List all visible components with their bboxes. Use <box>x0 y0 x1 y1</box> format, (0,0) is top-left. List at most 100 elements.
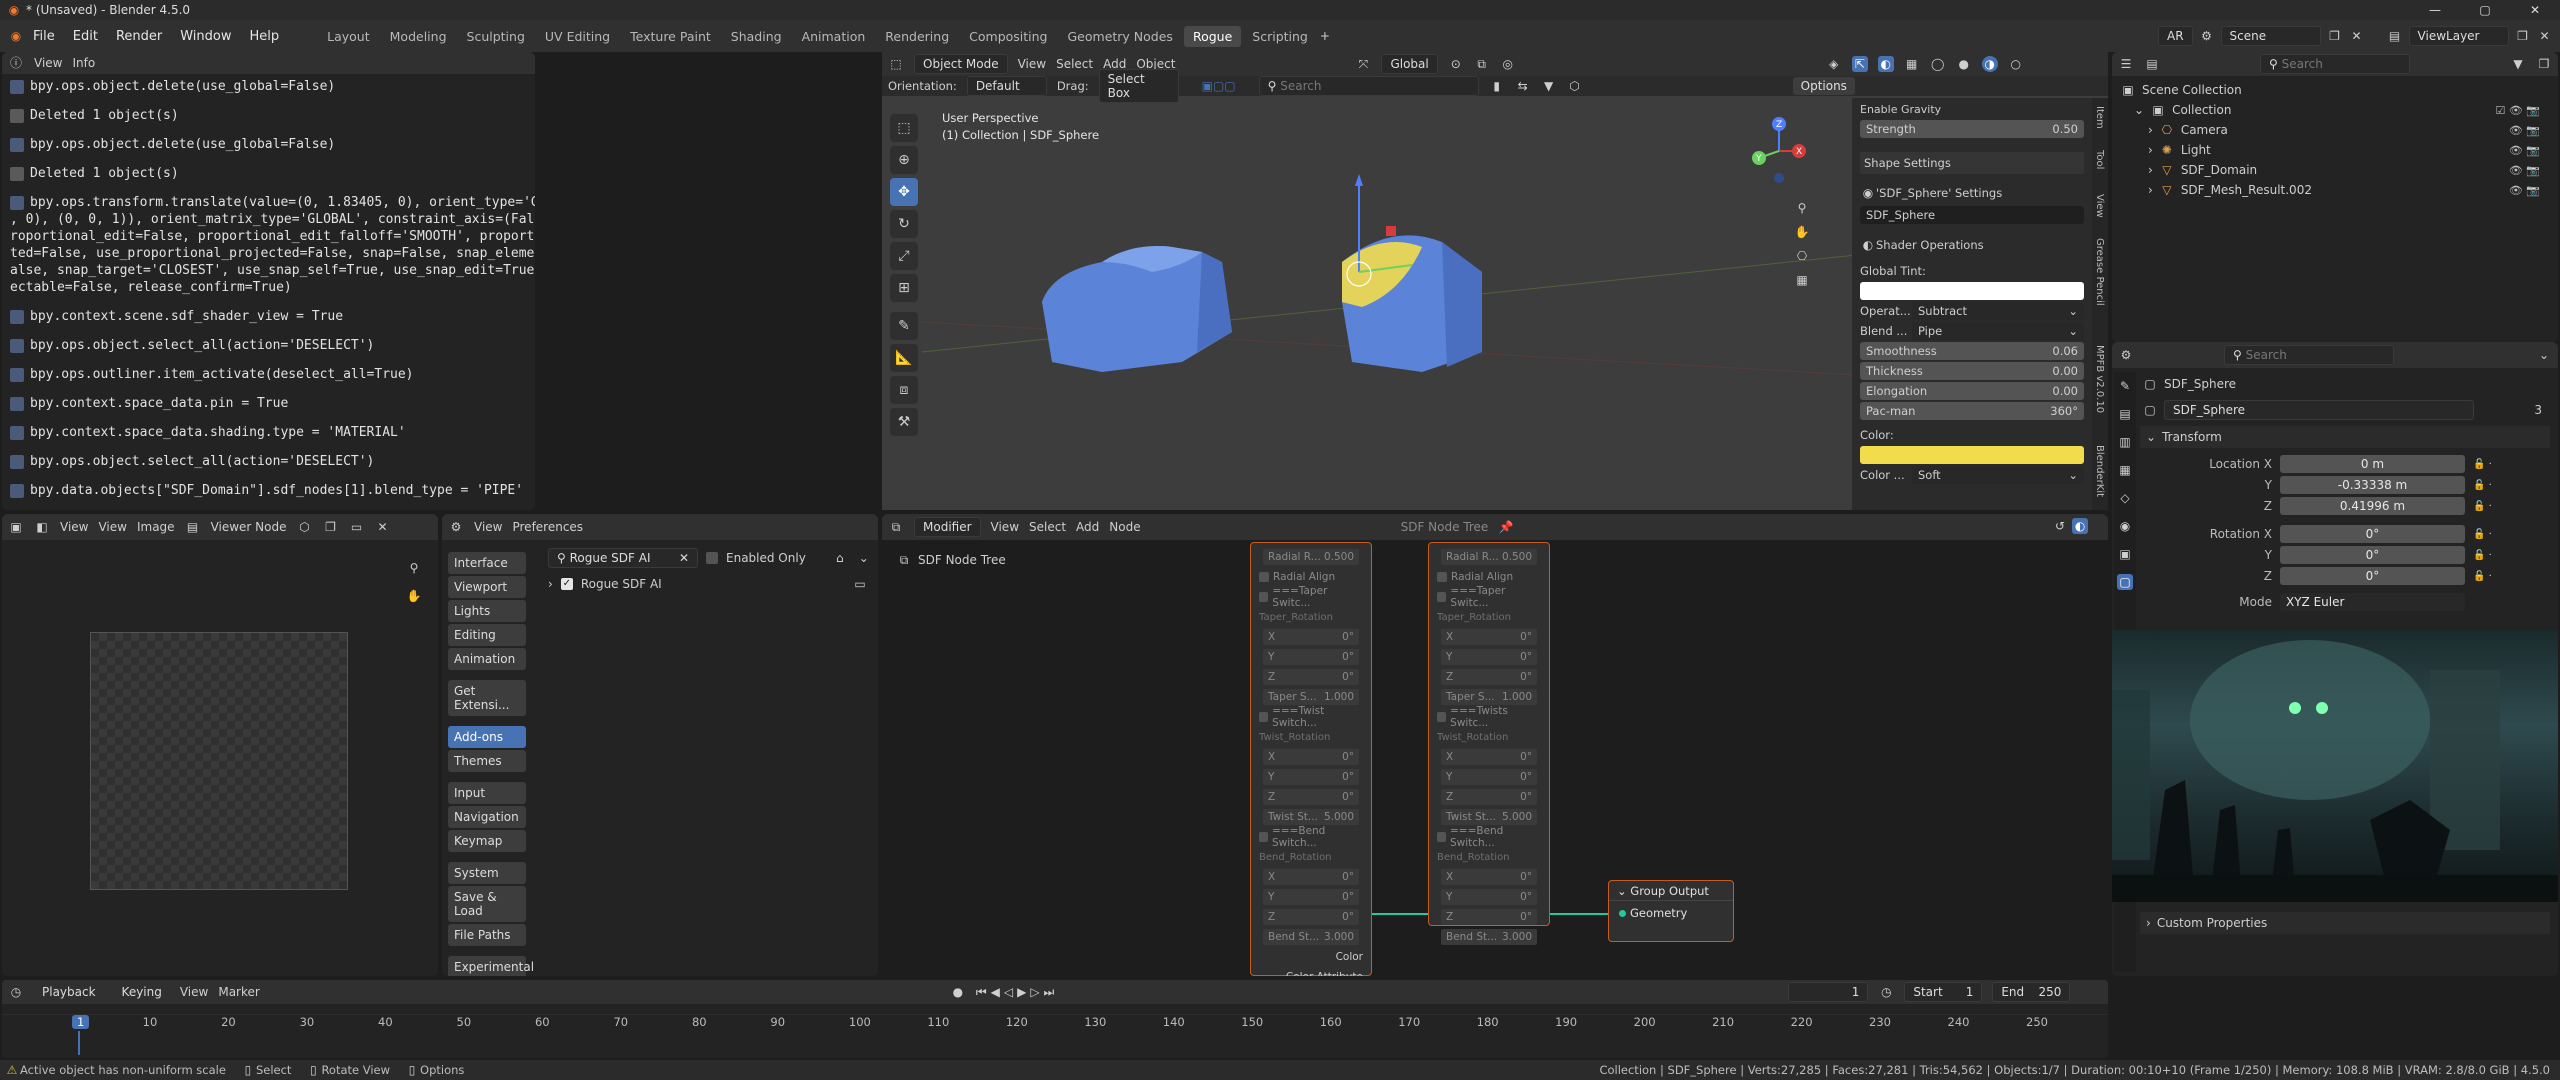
left-sdf-shape[interactable] <box>1042 246 1232 372</box>
thickness-field[interactable]: Thickness 0.00 <box>1860 362 2084 380</box>
checker-canvas[interactable] <box>90 632 348 890</box>
shield-icon[interactable]: ⬡ <box>1567 78 1583 94</box>
npanel-tab-grease-pencil[interactable]: Grease Pencil <box>2094 238 2105 306</box>
viewlayer-selector[interactable]: ViewLayer <box>2408 26 2509 46</box>
start-frame-field[interactable]: Start 1 <box>1904 982 1983 1002</box>
link-icon[interactable]: ⇆ <box>1515 78 1531 94</box>
info-operator-line[interactable]: bpy.ops.outliner.item_activate(deselect_… <box>10 366 414 383</box>
npanel-tab-item[interactable]: Item <box>2094 106 2105 129</box>
viewer-node-label[interactable]: Viewer Node <box>211 520 287 534</box>
tab-scripting[interactable]: Scripting <box>1243 26 1317 47</box>
prefs-menu-preferences[interactable]: Preferences <box>512 520 583 534</box>
shading-material-icon[interactable]: ◑ <box>1981 56 1998 72</box>
snap-icon[interactable]: ⧉ <box>1474 56 1490 72</box>
prefs-nav-interface[interactable]: Interface <box>448 552 526 574</box>
shield-icon[interactable]: ⬡ <box>297 519 313 535</box>
minimize-icon[interactable]: — <box>2410 0 2460 20</box>
prefs-nav-get-extensi-[interactable]: Get Extensi... <box>448 680 526 716</box>
prefs-nav-experimental[interactable]: Experimental <box>448 956 534 976</box>
new-collection-icon[interactable]: ❐ <box>2536 56 2552 72</box>
blend-dropdown[interactable]: Pipe ⌄ <box>1912 322 2084 340</box>
record-icon[interactable]: ● <box>950 984 966 1000</box>
outliner-item-camera[interactable]: › ⎔ Camera 👁 📷 <box>2120 120 2550 140</box>
new-image-icon[interactable]: ❐ <box>323 519 339 535</box>
tab-shading[interactable]: Shading <box>722 26 791 47</box>
prefs-nav-add-ons[interactable]: Add-ons <box>448 726 526 748</box>
orientation-selector[interactable]: Default <box>966 76 1047 96</box>
add-workspace-icon[interactable]: + <box>1317 28 1333 44</box>
viewport-menu-view[interactable]: View <box>1018 57 1046 71</box>
editor-type-icon[interactable]: ▣ <box>8 519 24 535</box>
rotation-z-field[interactable]: 0° <box>2280 567 2465 585</box>
info-report-line[interactable]: Deleted 1 object(s) <box>10 107 179 124</box>
select-box-tool-icon[interactable]: ⬚ <box>890 114 918 142</box>
lock-icon[interactable]: 🔓 · <box>2473 529 2492 540</box>
pivot-icon[interactable]: ⊙ <box>1448 56 1464 72</box>
scene-selector[interactable]: Scene <box>2220 26 2321 46</box>
blender-menu-icon[interactable]: ◉ <box>8 28 24 44</box>
info-operator-line[interactable]: bpy.ops.object.select_all(action='DESELE… <box>10 337 374 354</box>
annotate-tool-icon[interactable]: ✎ <box>890 312 918 340</box>
options-button[interactable]: Options <box>1792 77 1855 95</box>
npanel-tab-view[interactable]: View <box>2094 194 2105 218</box>
right-sdf-shape[interactable] <box>1342 235 1482 372</box>
render-tab-icon[interactable]: ▤ <box>2117 406 2133 422</box>
editor-type-icon[interactable]: ◷ <box>8 984 24 1000</box>
npanel-tab-tool[interactable]: Tool <box>2094 150 2105 169</box>
geometry-socket[interactable] <box>1619 910 1626 917</box>
editor-type-icon[interactable]: ⬚ <box>888 56 904 72</box>
image-menu-image[interactable]: Image <box>137 520 175 534</box>
delete-scene-icon[interactable]: ✕ <box>2349 28 2365 44</box>
expand-arrow-icon[interactable]: › <box>2148 143 2153 157</box>
navigation-gizmo[interactable]: Z X Y <box>1744 116 1814 186</box>
properties-search-input[interactable]: ⚲ Search <box>2224 345 2394 365</box>
pacman-field[interactable]: Pac-man 360° <box>1860 402 2084 420</box>
zoom-icon[interactable]: ⚲ <box>1794 200 1810 216</box>
strength-field[interactable]: Strength 0.50 <box>1860 120 2084 138</box>
tag-icon[interactable]: ⌂ <box>832 550 848 566</box>
info-operator-line[interactable]: bpy.ops.object.delete(use_global=False) <box>10 136 335 153</box>
viewport-search-input[interactable]: ⚲ Search <box>1258 76 1479 96</box>
lock-icon[interactable]: 🔓 · <box>2473 571 2492 582</box>
prefs-nav-editing[interactable]: Editing <box>448 624 526 646</box>
folder-icon[interactable]: ▭ <box>852 576 868 592</box>
prefs-nav-system[interactable]: System <box>448 862 526 884</box>
expand-arrow-icon[interactable]: › <box>2148 123 2153 137</box>
editor-type-icon[interactable]: ⓘ <box>8 55 24 71</box>
outliner-item-light[interactable]: › ✺ Light 👁 📷 <box>2120 140 2550 160</box>
expand-arrow-icon[interactable]: › <box>2148 183 2153 197</box>
operation-dropdown[interactable]: Subtract ⌄ <box>1912 302 2084 320</box>
object-tab-icon[interactable]: ▢ <box>2117 574 2133 590</box>
measure-tool-icon[interactable]: 📐 <box>890 344 918 372</box>
drag-selector[interactable]: Select Box <box>1098 69 1179 103</box>
info-operator-line[interactable]: bpy.context.scene.sdf_shader_view = True <box>10 308 343 325</box>
enabled-only-checkbox[interactable] <box>706 552 718 564</box>
xray-icon[interactable]: ▦ <box>1904 56 1920 72</box>
pan-hand-icon[interactable]: ✋ <box>406 588 422 604</box>
tab-layout[interactable]: Layout <box>318 26 379 47</box>
expand-arrow-icon[interactable]: ⌄ <box>2134 103 2144 117</box>
gizmo-icon[interactable]: ◐ <box>2072 518 2089 534</box>
zoom-icon[interactable]: ⚲ <box>406 560 422 576</box>
editor-type-icon[interactable]: ⚙ <box>2118 347 2134 363</box>
outliner-item-sdf-mesh-result-002[interactable]: › ▽ SDF_Mesh_Result.002 👁 📷 <box>2120 180 2550 200</box>
tab-modeling[interactable]: Modeling <box>381 26 456 47</box>
playback-controls[interactable]: ⏮◀◁▶▷⏭ <box>976 985 1059 1000</box>
open-folder-icon[interactable]: ▭ <box>349 519 365 535</box>
overlays-icon[interactable]: ◐ <box>1877 56 1894 72</box>
outliner-search-input[interactable]: ⚲ Search <box>2260 54 2410 74</box>
npanel-tab-blenderkit[interactable]: BlenderKit <box>2094 445 2105 497</box>
location-x-field[interactable]: 0 m <box>2280 455 2465 473</box>
global-tint-swatch[interactable] <box>1860 282 2084 300</box>
clear-icon[interactable]: ✕ <box>679 551 689 565</box>
transform-tool-icon[interactable]: ⊞ <box>890 274 918 302</box>
move-tool-icon[interactable]: ✥ <box>890 178 918 206</box>
tab-sculpting[interactable]: Sculpting <box>458 26 534 47</box>
rotate-tool-icon[interactable]: ↻ <box>890 210 918 238</box>
addon-search-input[interactable]: ⚲ Rogue SDF AI ✕ <box>548 548 698 568</box>
filter-icon[interactable]: ▼ <box>2510 56 2526 72</box>
filter-icon[interactable]: ▼ <box>1541 78 1557 94</box>
collection-row[interactable]: ⌄ ▣ Collection ☑ 👁 📷 <box>2120 100 2550 120</box>
transform-header[interactable]: ⌄ Transform <box>2140 426 2550 448</box>
ar-selector[interactable]: AR <box>2158 26 2193 46</box>
